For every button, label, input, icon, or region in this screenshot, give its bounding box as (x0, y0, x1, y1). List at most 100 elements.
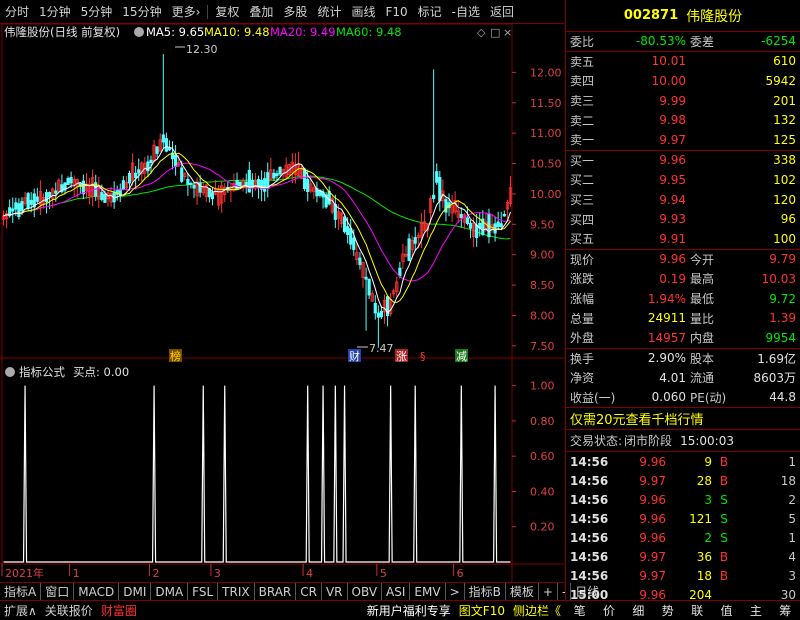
tab-more-arrow[interactable]: > (446, 582, 465, 601)
tick-volume: 36 (696, 549, 712, 564)
tab-template[interactable]: 模板 (506, 582, 539, 601)
tab-dmi[interactable]: DMI (119, 582, 152, 601)
close-icon[interactable]: × (503, 26, 512, 39)
tab-fsl[interactable]: FSL (188, 582, 219, 601)
level-volume: 201 (773, 93, 796, 108)
level-price: 10.01 (651, 54, 686, 69)
bb-expand[interactable]: 扩展∧ (0, 602, 41, 619)
tab-brar[interactable]: BRAR (255, 582, 297, 601)
tb-5min[interactable]: 5分钟 (76, 2, 118, 22)
tb-f10[interactable]: F10 (380, 2, 412, 22)
tb-fuquan[interactable]: 复权 (210, 2, 244, 22)
candle-body (48, 192, 52, 198)
tb-fenshi[interactable]: 分时 (0, 2, 34, 22)
stat-label: 外盘 (570, 331, 595, 346)
stat-label: 股本 (690, 351, 715, 366)
ask-row[interactable]: 卖二 9.98 132 (566, 110, 800, 130)
bb-new-user[interactable]: 新用户福利专享 (363, 602, 455, 619)
tb-biaoji[interactable]: 标记 (413, 2, 447, 22)
bb-right-tab-6[interactable]: 主 (746, 602, 766, 619)
ma-settings-icon[interactable] (134, 27, 144, 37)
indicator-tick-label: 0.60 (530, 450, 555, 463)
level-price: 10.00 (651, 73, 686, 88)
tick-row: 14:56 9.97 28 B 18 (566, 471, 800, 490)
ask-row[interactable]: 卖四 10.00 5942 (566, 71, 800, 91)
promo-link[interactable]: 仅需20元查看千档行情 (566, 408, 800, 431)
tab-cr[interactable]: CR (296, 582, 322, 601)
ask-row[interactable]: 卖一 9.97 125 (566, 130, 800, 150)
level-price: 9.96 (659, 153, 686, 168)
bb-right-tab-4[interactable]: 联 (687, 602, 707, 619)
tb-1min[interactable]: 1分钟 (34, 2, 76, 22)
tab-indicator-a[interactable]: 指标A (0, 582, 42, 601)
bb-right-tab-1[interactable]: 价 (599, 602, 619, 619)
level-price: 9.98 (659, 113, 686, 128)
tick-side: B (719, 549, 729, 564)
stock-name: 伟隆股份 (686, 8, 743, 25)
ask-row[interactable]: 卖五 10.01 610 (566, 52, 800, 72)
bb-right-tab-7[interactable]: 筹 (775, 602, 795, 619)
tick-list[interactable]: 14:56 9.96 9 B 1 14:56 9.97 28 B 18 14:56 9.96 3 S 2 14… (566, 452, 800, 604)
candle-body (413, 237, 417, 244)
tab-macd[interactable]: MACD (74, 582, 120, 601)
candle-body (186, 178, 190, 185)
tab-trix[interactable]: TRIX (218, 582, 255, 601)
minimize-icon[interactable]: □ (490, 26, 500, 39)
bb-right-tab-2[interactable]: 细 (628, 602, 648, 619)
tb-15min[interactable]: 15分钟 (117, 2, 166, 22)
tick-time: 14:56 (570, 568, 609, 583)
candle-body (349, 228, 353, 245)
bid-row[interactable]: 买一 9.96 338 (566, 151, 800, 171)
bid-row[interactable]: 买四 9.93 96 (566, 209, 800, 229)
bb-sidebar[interactable]: 侧边栏《 (509, 602, 565, 619)
tick-price: 9.97 (639, 549, 666, 564)
candle-body (14, 202, 18, 210)
stat-value: 14957 (647, 330, 686, 345)
bb-right-tab-0[interactable]: 笔 (570, 602, 590, 619)
tab-emv[interactable]: EMV (410, 582, 446, 601)
level-volume: 338 (773, 153, 796, 168)
bid-row[interactable]: 买三 9.94 120 (566, 190, 800, 210)
event-zhang-label: 涨 (396, 350, 407, 363)
ma10-line (3, 152, 511, 303)
tab-window[interactable]: 窗口 (41, 582, 75, 601)
tab-obv[interactable]: OBV (348, 582, 383, 601)
tb-tongji[interactable]: 统计 (312, 2, 346, 22)
bb-f10[interactable]: 图文F10 (455, 602, 509, 619)
ma10-label: MA10: 9.48 (204, 25, 270, 39)
tab-vr[interactable]: VR (322, 582, 348, 601)
bid-row[interactable]: 买二 9.95 102 (566, 170, 800, 190)
tb-fanhui[interactable]: 返回 (485, 2, 519, 22)
weicha-label: 委差 (690, 34, 715, 49)
tick-count: 2 (788, 492, 796, 507)
kline-chart-svg[interactable]: 12.0011.5011.0010.5010.009.509.008.508.0… (0, 23, 564, 582)
tab-plus[interactable]: + (539, 582, 558, 601)
tab-indicator-b[interactable]: 指标B (465, 582, 506, 601)
indicator-settings-icon[interactable] (5, 367, 15, 377)
tab-asi[interactable]: ASI (382, 582, 411, 601)
ask-row[interactable]: 卖三 9.99 201 (566, 91, 800, 111)
tb-zixuan[interactable]: -自选 (447, 2, 485, 22)
bb-related-quote[interactable]: 关联报价 (41, 602, 97, 619)
tb-more[interactable]: 更多› (167, 2, 206, 22)
bb-right-tab-3[interactable]: 势 (658, 602, 678, 619)
bid-row[interactable]: 买五 9.91 100 (566, 229, 800, 249)
chart-area[interactable]: 12.00 11.50 11.00 10.50 10.00 9.50 9.00 8.50 8.0… (0, 23, 564, 582)
tb-duogu[interactable]: 多股 (278, 2, 312, 22)
stat-label: 净资 (570, 371, 595, 386)
bb-wealth-circle[interactable]: 财富圈 (97, 602, 141, 619)
event-s-label[interactable]: § (420, 350, 426, 363)
bottom-bar: 扩展∧ 关联报价 财富圈 新用户福利专享 图文F10 侧边栏《 笔价细势联值主筹 (0, 600, 800, 620)
candle-body (29, 199, 33, 205)
tb-diejia[interactable]: 叠加 (244, 2, 278, 22)
candle-body (180, 167, 184, 182)
diamond-icon[interactable]: ◇ (477, 26, 486, 39)
tick-price: 9.96 (639, 454, 666, 469)
tb-huaxian[interactable]: 画线 (346, 2, 380, 22)
level-price: 9.93 (659, 212, 686, 227)
level-price: 9.99 (659, 93, 686, 108)
tab-dma[interactable]: DMA (151, 582, 189, 601)
level-price: 9.91 (659, 231, 686, 246)
bb-right-tab-5[interactable]: 值 (717, 602, 737, 619)
stat-value: 8603万 (753, 371, 796, 386)
